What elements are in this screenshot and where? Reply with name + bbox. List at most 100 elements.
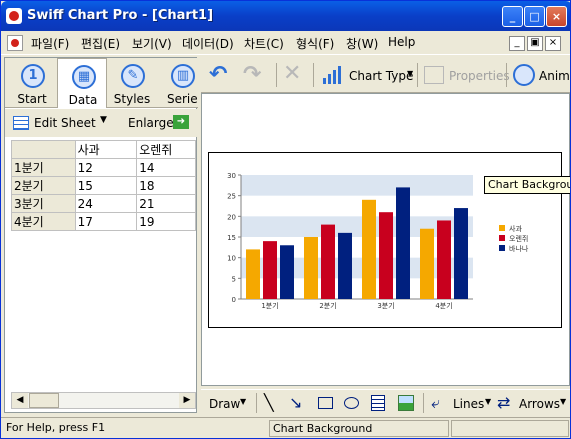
horizontal-scrollbar[interactable]: ◀ ▶	[11, 392, 196, 409]
title-bar[interactable]: Swiff Chart Pro - [Chart1] _ □ ×	[1, 1, 570, 31]
left-panel: 1 Start ▦ Data ✎ Styles ▥ Series Edit Sh…	[4, 57, 198, 413]
scroll-left-icon[interactable]: ◀	[12, 393, 28, 408]
line-tool-icon[interactable]: ╲	[264, 393, 274, 412]
lines-menu-button[interactable]: Lines	[453, 397, 484, 411]
tooltip: Chart Background	[484, 176, 570, 194]
scroll-right-icon[interactable]: ▶	[179, 393, 195, 408]
legend-label: 바나나	[509, 244, 529, 253]
menu-edit[interactable]: 편집(E)	[81, 35, 120, 52]
table-icon	[13, 116, 29, 130]
scroll-thumb[interactable]	[29, 393, 59, 408]
lines-icon: ⤶	[431, 393, 440, 412]
table-cell[interactable]: 14	[136, 158, 196, 177]
chevron-down-icon[interactable]: ▼	[560, 397, 566, 406]
enlarge-arrow-icon: ➜	[173, 115, 189, 129]
bar	[420, 228, 434, 299]
data-sheet: 사과 오렌쥐 1분기 12 14 2분기 15 18 3분기 24 21 4분기…	[11, 140, 196, 231]
draw-toolbar: Draw ▼ ╲ ↘ ⤶ Lines ▼ ⇄ Arrows ▼	[201, 389, 570, 415]
toolbar-separator	[506, 63, 507, 87]
legend-swatch	[499, 245, 505, 251]
bar	[263, 241, 277, 299]
mdi-minimize-button[interactable]: _	[509, 36, 525, 51]
toolbar-separator	[313, 63, 314, 87]
menu-file[interactable]: 파일(F)	[31, 35, 69, 52]
rectangle-tool-icon[interactable]	[318, 397, 333, 409]
x-tick-label: 2분기	[319, 301, 336, 310]
series-chart-icon: ▥	[171, 64, 195, 88]
animation-button[interactable]: Anima	[539, 69, 570, 83]
maximize-button[interactable]: □	[524, 6, 545, 27]
tab-series[interactable]: ▥ Series	[157, 58, 198, 108]
mdi-restore-button[interactable]: ▣	[527, 36, 543, 51]
doc-icon[interactable]	[7, 35, 23, 51]
toolbar-separator	[276, 63, 277, 87]
row-header[interactable]: 3분기	[11, 194, 76, 213]
chart-type-button[interactable]: Chart Type	[349, 69, 413, 83]
picture-tool-icon[interactable]	[398, 395, 414, 411]
table-cell[interactable]: 24	[74, 194, 138, 213]
x-tick-label: 4분기	[435, 301, 452, 310]
ellipse-tool-icon[interactable]	[344, 397, 359, 409]
undo-icon[interactable]: ↶	[209, 62, 227, 87]
delete-icon[interactable]: ✕	[283, 61, 301, 86]
minimize-button[interactable]: _	[502, 6, 523, 27]
edit-sheet-button[interactable]: Edit Sheet	[34, 116, 96, 130]
enlarge-button[interactable]: Enlarge	[128, 116, 174, 130]
table-cell[interactable]: 17	[74, 212, 138, 231]
y-tick-label: 30	[227, 172, 236, 180]
status-empty-pane	[451, 420, 569, 437]
arrows-menu-button[interactable]: Arrows	[519, 397, 560, 411]
redo-icon[interactable]: ↷	[243, 62, 261, 87]
corner-cell[interactable]	[11, 140, 76, 159]
app-window: Swiff Chart Pro - [Chart1] _ □ × 파일(F) 편…	[0, 0, 571, 439]
table-cell[interactable]: 19	[136, 212, 196, 231]
menu-chart[interactable]: 차트(C)	[244, 35, 284, 52]
tab-styles[interactable]: ✎ Styles	[107, 58, 157, 108]
menu-data[interactable]: 데이터(D)	[182, 35, 234, 52]
toolbar-separator	[417, 63, 418, 87]
chart-canvas[interactable]: 0 5 10 15 20 25 30 1분기 2분기 3분기 4분기 사과 오렌쥐 바나나	[201, 93, 570, 386]
chevron-down-icon[interactable]: ▼	[100, 115, 107, 125]
column-header[interactable]: 오렌쥐	[136, 140, 196, 159]
tab-start[interactable]: 1 Start	[7, 58, 57, 108]
panel-tabs: 1 Start ▦ Data ✎ Styles ▥ Series	[5, 58, 198, 108]
text-box-tool-icon[interactable]	[371, 395, 385, 411]
table-row: 1분기 12 14	[11, 158, 196, 177]
menu-help[interactable]: Help	[388, 35, 415, 49]
column-header[interactable]: 사과	[74, 140, 138, 159]
y-tick-label: 5	[232, 275, 236, 283]
properties-button[interactable]: Properties	[449, 69, 510, 83]
chart-toolbar: ↶ ↷ ✕ Chart Type ▼ Properties Anima	[201, 57, 570, 93]
table-row: 4분기 17 19	[11, 212, 196, 231]
arrows-icon: ⇄	[497, 393, 511, 412]
bar	[454, 208, 468, 299]
menu-window[interactable]: 창(W)	[346, 35, 378, 52]
chevron-down-icon[interactable]: ▼	[240, 397, 246, 406]
row-header[interactable]: 1분기	[11, 158, 76, 177]
close-button[interactable]: ×	[546, 6, 567, 27]
tab-data-label: Data	[68, 93, 98, 107]
bar	[379, 212, 393, 299]
animation-icon	[513, 64, 535, 86]
bar-chart-icon	[323, 66, 345, 84]
status-help-text: For Help, press F1	[6, 421, 106, 434]
draw-menu-button[interactable]: Draw	[209, 397, 240, 411]
menu-view[interactable]: 보기(V)	[132, 35, 172, 52]
chevron-down-icon[interactable]: ▼	[485, 397, 491, 406]
arrow-tool-icon[interactable]: ↘	[289, 393, 302, 412]
row-header[interactable]: 2분기	[11, 176, 76, 195]
table-cell[interactable]: 12	[74, 158, 138, 177]
row-header[interactable]: 4분기	[11, 212, 76, 231]
grid-band	[241, 175, 473, 196]
mdi-close-button[interactable]: ×	[545, 36, 561, 51]
menu-format[interactable]: 형식(F)	[296, 35, 334, 52]
chevron-down-icon[interactable]: ▼	[407, 69, 413, 78]
tab-series-label: Series	[167, 92, 198, 106]
table-cell[interactable]: 21	[136, 194, 196, 213]
bar	[304, 237, 318, 299]
tab-data[interactable]: ▦ Data	[57, 58, 107, 108]
y-tick-label: 10	[227, 255, 236, 263]
table-cell[interactable]: 15	[74, 176, 138, 195]
table-cell[interactable]: 18	[136, 176, 196, 195]
legend-label: 사과	[509, 224, 522, 233]
